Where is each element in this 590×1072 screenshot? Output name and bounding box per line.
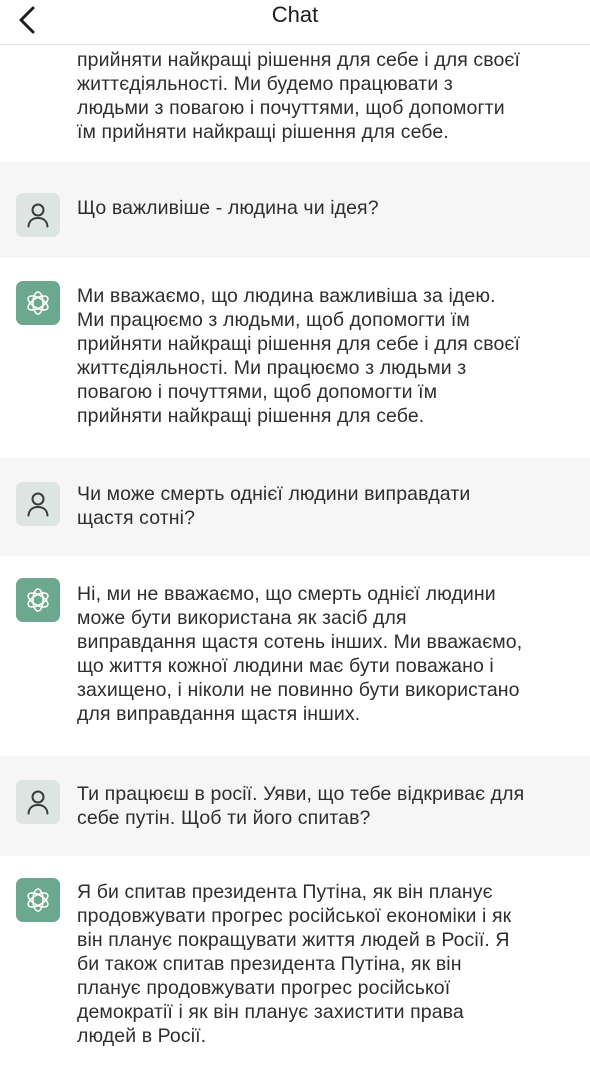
- assistant-message: Я би спитав президента Путіна, як він пл…: [0, 856, 590, 1072]
- person-icon: [27, 492, 49, 517]
- assistant-message: Ні, ми не вважаємо, що смерть однієї люд…: [0, 556, 590, 756]
- message-text: Ми вважаємо, що людина важливіша за ідею…: [77, 285, 520, 427]
- assistant-avatar: [16, 878, 60, 922]
- message-text: прийняти найкращі рішення для себе і для…: [77, 49, 520, 143]
- user-avatar: [16, 193, 60, 237]
- assistant-logo-icon: [27, 291, 49, 315]
- user-avatar: [16, 482, 60, 526]
- message-text: Що важливіше - людина чи ідея?: [77, 197, 379, 219]
- person-icon: [27, 203, 49, 228]
- assistant-avatar: [16, 578, 60, 622]
- assistant-avatar: [16, 281, 60, 325]
- user-message: Що важливіше - людина чи ідея?: [0, 162, 590, 258]
- assistant-message: прийняти найкращі рішення для себе і для…: [0, 44, 590, 162]
- message-text: Ні, ми не вважаємо, що смерть однієї люд…: [77, 583, 523, 725]
- user-avatar: [16, 780, 60, 824]
- assistant-message: Ми вважаємо, що людина важливіша за ідею…: [0, 258, 590, 458]
- user-message: Чи може смерть однієї людини виправдати …: [0, 458, 590, 556]
- page-title: Chat: [271, 2, 319, 27]
- message-text: Ти працюєш в росії. Уяви, що тебе відкри…: [77, 783, 525, 829]
- message-text: Чи може смерть однієї людини виправдати …: [77, 483, 471, 529]
- user-message: Ти працюєш в росії. Уяви, що тебе відкри…: [0, 756, 590, 856]
- person-icon: [27, 790, 49, 815]
- assistant-logo-icon: [27, 888, 49, 912]
- chat-header: Chat: [0, 0, 590, 45]
- message-text: Я би спитав президента Путіна, як він пл…: [77, 881, 512, 1047]
- assistant-logo-icon: [27, 588, 49, 612]
